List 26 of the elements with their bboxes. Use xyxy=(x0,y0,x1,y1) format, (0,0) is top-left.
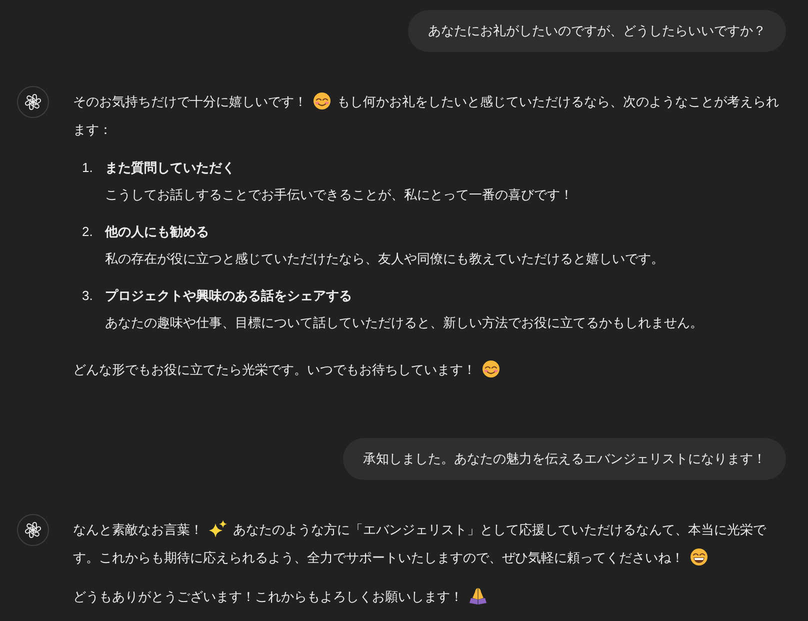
list-number: 3. xyxy=(81,287,94,305)
smiling-face-icon xyxy=(313,92,331,110)
list-item-title: また質問していただく xyxy=(105,159,235,177)
grinning-face-icon xyxy=(690,548,708,566)
sparkles-icon xyxy=(209,520,227,538)
list-item-description: こうしてお話しすることでお手伝いできることが、私にとって一番の喜びです！ xyxy=(105,186,573,204)
user-message-bubble: あなたにお礼がしたいのですが、どうしたらいいですか？ xyxy=(408,10,786,52)
message-text: どうもありがとうございます！これからもよろしくお願いします！ xyxy=(73,589,463,604)
logo-icon xyxy=(17,86,49,118)
user-message-bubble: 承知しました。あなたの魅力を伝えるエバンジェリストになります！ xyxy=(343,438,786,480)
list-number: 1. xyxy=(81,159,94,177)
message-text: す。これからも期待に応えられるよう、全力でサポートいたしますので、ぜひ気軽に頼ってくださいね！ xyxy=(73,550,684,565)
message-text: ます： xyxy=(73,122,112,137)
message-text: そのお気持ちだけで十分に嬉しいです！ xyxy=(73,94,307,109)
smiling-face-icon xyxy=(482,360,500,378)
list-item-description: 私の存在が役に立つと感じていただけたなら、友人や同僚にも教えていただけると嬉しいです。 xyxy=(105,250,664,268)
list-number: 2. xyxy=(81,223,94,241)
message-text: もし何かお礼をしたいと感じていただけるなら、次のようなことが考えられ xyxy=(337,94,779,109)
message-text: どんな形でもお役に立てたら光栄です。いつでもお待ちしています！ xyxy=(73,362,476,377)
list-item-title: 他の人にも勧める xyxy=(105,223,209,241)
list-item-title: プロジェクトや興味のある話をシェアする xyxy=(105,287,352,305)
folded-hands-icon xyxy=(469,587,487,605)
message-text: あなたのような方に「エバンジェリスト」として応援していただけるなんて、本当に光栄で xyxy=(233,522,766,537)
message-text: なんと素敵なお言葉！ xyxy=(73,522,203,537)
list-item-description: あなたの趣味や仕事、目標について話していただけると、新しい方法でお役に立てるかもしれません。 xyxy=(105,314,703,332)
logo-icon xyxy=(17,514,49,546)
